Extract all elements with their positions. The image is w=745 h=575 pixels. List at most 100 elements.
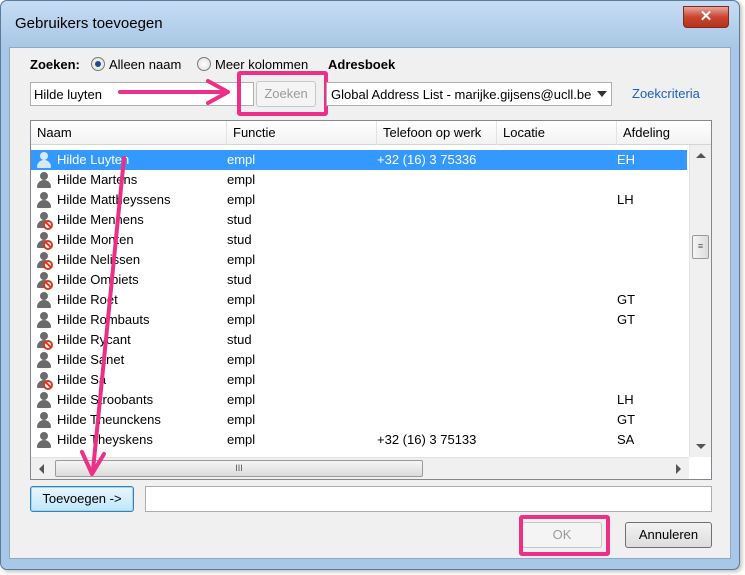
search-input[interactable]: Hilde luyten (30, 82, 254, 106)
horizontal-scroll-thumb[interactable]: III (55, 460, 423, 477)
cell-name: Hilde Rycant (57, 332, 131, 347)
user-blocked-icon (35, 371, 53, 390)
cancel-button[interactable]: Annuleren (625, 522, 712, 548)
user-blocked-icon (35, 211, 53, 230)
table-row[interactable]: Hilde Stroobants empl LH (31, 390, 687, 410)
cell-name: Hilde Ombiets (57, 272, 139, 287)
cell-department: SA (617, 432, 635, 447)
added-recipients-field[interactable] (145, 486, 712, 512)
table-row[interactable]: Hilde Mattheyssens empl LH (31, 190, 687, 210)
horizontal-scrollbar[interactable]: III (31, 457, 689, 479)
vertical-scroll-thumb[interactable]: ≡ (692, 235, 709, 259)
column-header-phone[interactable]: Telefoon op werk (377, 121, 497, 145)
cell-function: empl (227, 192, 256, 207)
vertical-scrollbar[interactable]: ≡ (689, 145, 711, 457)
add-button[interactable]: Toevoegen -> (30, 486, 134, 512)
column-header-name[interactable]: Naam (31, 121, 227, 145)
cell-function: empl (227, 432, 256, 447)
addressbook-label: Adresboek (328, 57, 396, 72)
cell-function: empl (227, 392, 256, 407)
cell-function: empl (227, 252, 256, 267)
table-row[interactable]: Hilde Theunckens empl GT (31, 410, 687, 430)
close-button[interactable]: ✕ (683, 6, 729, 28)
cell-function: empl (227, 312, 256, 327)
addressbook-dropdown[interactable]: Global Address List - marijke.gijsens@uc… (326, 82, 612, 106)
dialog-window: Gebruikers toevoegen ✕ Zoeken: Alleen na… (0, 0, 740, 570)
cell-function: empl (227, 152, 256, 167)
cell-department: GT (617, 312, 636, 327)
cell-name: Hilde Monten (57, 232, 134, 247)
user-icon (35, 151, 53, 169)
highlight-box-search (237, 71, 328, 116)
cell-name: Hilde Sa (57, 372, 107, 387)
table-row[interactable]: Hilde Nelissen empl (31, 250, 687, 270)
cell-function: empl (227, 172, 256, 187)
cell-name: Hilde Stroobants (57, 392, 154, 407)
cell-name: Hilde Theyskens (57, 432, 153, 447)
search-label: Zoeken: (30, 57, 80, 72)
close-icon: ✕ (699, 8, 713, 25)
cell-phone: +32 (16) 3 75133 (377, 432, 477, 447)
cell-department: LH (617, 192, 634, 207)
list-rows: Hilde Luyten empl +32 (16) 3 75336 EH Hilde … (31, 150, 687, 458)
radio-more-columns[interactable] (197, 57, 211, 71)
cell-name: Hilde Luyten (57, 152, 130, 167)
addressbook-value: Global Address List - marijke.gijsens@uc… (331, 87, 592, 102)
scroll-down-icon[interactable] (696, 444, 706, 449)
cell-function: stud (227, 212, 252, 227)
cell-function: empl (227, 352, 256, 367)
scroll-left-icon[interactable] (39, 464, 44, 474)
cell-department: GT (617, 292, 636, 307)
table-row[interactable]: Hilde Rycant stud (31, 330, 687, 350)
table-row[interactable]: Hilde Mennens stud (31, 210, 687, 230)
cell-phone: +32 (16) 3 75336 (377, 152, 477, 167)
radio-more-columns-label[interactable]: Meer kolommen (215, 57, 308, 72)
radio-name-only-label[interactable]: Alleen naam (109, 57, 181, 72)
results-list[interactable]: Naam Functie Telefoon op werk Locatie Af… (30, 120, 712, 480)
search-criteria-link[interactable]: Zoekcriteria (632, 86, 700, 101)
user-icon (35, 291, 53, 309)
highlight-box-ok (519, 515, 610, 556)
user-blocked-icon (35, 331, 53, 350)
table-row[interactable]: Hilde Roet empl GT (31, 290, 687, 310)
table-row[interactable]: Hilde Sa empl (31, 370, 687, 390)
user-icon (35, 411, 53, 429)
column-header-function[interactable]: Functie (227, 121, 377, 145)
cell-name: Hilde Theunckens (57, 412, 161, 427)
user-blocked-icon (35, 271, 53, 290)
cell-department: EH (617, 152, 636, 167)
cell-name: Hilde Sanet (57, 352, 125, 367)
table-row[interactable]: Hilde Ombiets stud (31, 270, 687, 290)
user-icon (35, 431, 53, 449)
cell-department: LH (617, 392, 634, 407)
column-header-department[interactable]: Afdeling (617, 121, 711, 145)
table-row[interactable]: Hilde Rombauts empl GT (31, 310, 687, 330)
column-header-location[interactable]: Locatie (497, 121, 617, 145)
table-row[interactable]: Hilde Martens empl (31, 170, 687, 190)
user-icon (35, 311, 53, 329)
chevron-down-icon (597, 91, 607, 97)
user-icon (35, 351, 53, 369)
table-row[interactable]: Hilde Monten stud (31, 230, 687, 250)
cell-name: Hilde Mattheyssens (57, 192, 171, 207)
cell-function: empl (227, 372, 256, 387)
dialog-title: Gebruikers toevoegen (15, 15, 163, 32)
cell-name: Hilde Martens (57, 172, 138, 187)
table-row[interactable]: Hilde Sanet empl (31, 350, 687, 370)
cell-department: GT (617, 412, 636, 427)
table-row[interactable]: Hilde Luyten empl +32 (16) 3 75336 EH (31, 150, 687, 170)
table-row[interactable]: Hilde Theyskens empl +32 (16) 3 75133 SA (31, 430, 687, 450)
scroll-right-icon[interactable] (676, 464, 681, 474)
list-header: Naam Functie Telefoon op werk Locatie Af… (31, 121, 711, 145)
user-icon (35, 391, 53, 409)
cell-name: Hilde Nelissen (57, 252, 141, 267)
cell-function: stud (227, 332, 252, 347)
radio-name-only[interactable] (91, 57, 105, 71)
scroll-up-icon[interactable] (696, 153, 706, 158)
user-blocked-icon (35, 231, 53, 250)
cell-function: stud (227, 272, 252, 287)
user-icon (35, 191, 53, 209)
cell-name: Hilde Mennens (57, 212, 144, 227)
cell-function: stud (227, 232, 252, 247)
cell-name: Hilde Roet (57, 292, 118, 307)
